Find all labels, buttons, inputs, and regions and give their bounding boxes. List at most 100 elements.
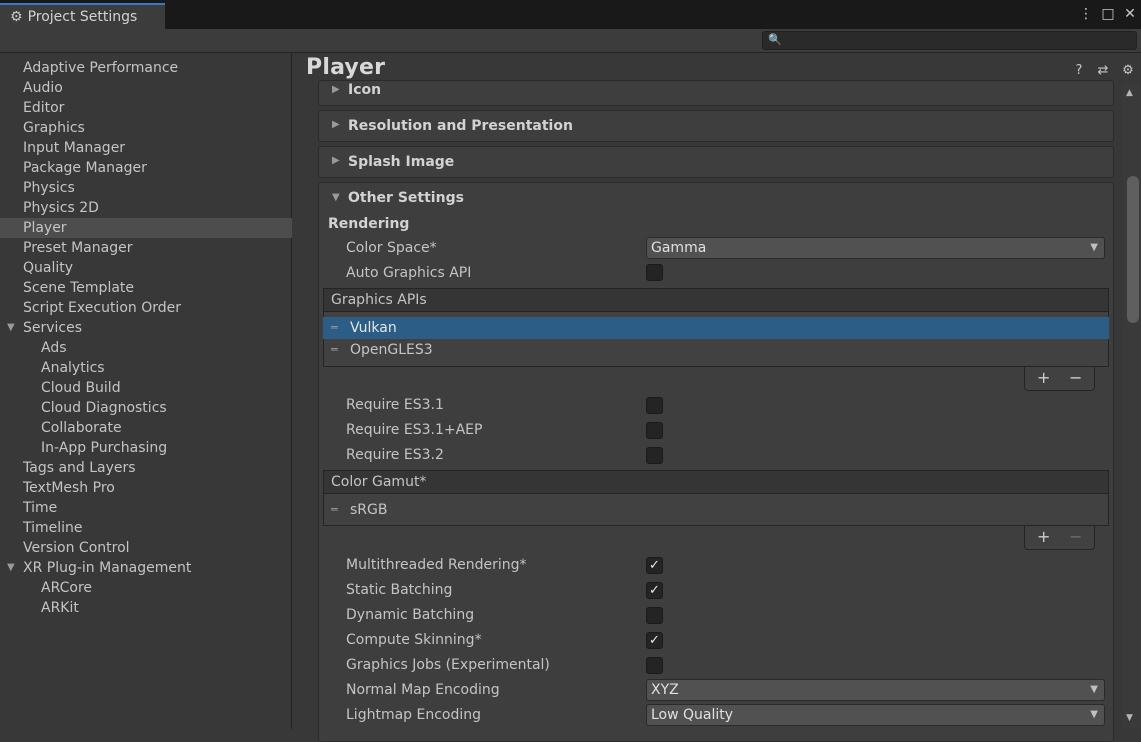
color-space-dropdown[interactable]: Gamma ▼ bbox=[646, 237, 1105, 259]
sidebar-item-tags-and-layers[interactable]: Tags and Layers bbox=[0, 458, 292, 478]
chevron-down-icon: ▼ bbox=[1090, 684, 1098, 695]
drag-handle-icon[interactable]: ═ bbox=[331, 317, 338, 339]
normal-map-encoding-dropdown[interactable]: XYZ ▼ bbox=[646, 679, 1105, 701]
settings-icon[interactable]: ⚙ bbox=[1121, 63, 1135, 78]
sidebar-item-label: XR Plug-in Management bbox=[23, 560, 192, 576]
sidebar-item-label: Cloud Diagnostics bbox=[41, 400, 167, 416]
sidebar-item-timeline[interactable]: Timeline bbox=[0, 518, 292, 538]
graphics-jobs-checkbox[interactable] bbox=[646, 657, 663, 674]
section-title[interactable]: Other Settings bbox=[348, 190, 464, 206]
sidebar-item-label: Physics 2D bbox=[23, 200, 99, 216]
sidebar-item-xr-plug-in-management[interactable]: ▼ XR Plug-in Management bbox=[0, 558, 292, 578]
help-icon[interactable]: ? bbox=[1072, 63, 1086, 78]
require-es31-aep-checkbox[interactable] bbox=[646, 422, 663, 439]
sidebar-item-textmesh-pro[interactable]: TextMesh Pro bbox=[0, 478, 292, 498]
compute-skinning-checkbox[interactable]: ✓ bbox=[646, 632, 663, 649]
sidebar-item-physics-2d[interactable]: Physics 2D bbox=[0, 198, 292, 218]
dynamic-batching-checkbox[interactable] bbox=[646, 607, 663, 624]
normal-map-encoding-label: Normal Map Encoding bbox=[346, 682, 500, 698]
sidebar-item-package-manager[interactable]: Package Manager bbox=[0, 158, 292, 178]
color-gamut-footer: + − bbox=[1024, 526, 1095, 550]
page-title: Player bbox=[306, 55, 386, 80]
sidebar-item-input-manager[interactable]: Input Manager bbox=[0, 138, 292, 158]
sidebar-item-arkit[interactable]: ARKit bbox=[0, 598, 292, 618]
sidebar-item-player[interactable]: Player bbox=[0, 218, 292, 238]
remove-button[interactable]: − bbox=[1069, 368, 1082, 388]
sidebar-item-analytics[interactable]: Analytics bbox=[0, 358, 292, 378]
sidebar-item-ads[interactable]: Ads bbox=[0, 338, 292, 358]
sidebar-item-in-app-purchasing[interactable]: In-App Purchasing bbox=[0, 438, 292, 458]
add-button[interactable]: + bbox=[1037, 527, 1050, 547]
sidebar-item-script-execution-order[interactable]: Script Execution Order bbox=[0, 298, 292, 318]
sidebar-item-label: ARCore bbox=[41, 580, 93, 596]
auto-graphics-api-label: Auto Graphics API bbox=[346, 265, 472, 281]
sidebar-item-time[interactable]: Time bbox=[0, 498, 292, 518]
section-splash-image[interactable]: ▶ Splash Image bbox=[318, 146, 1114, 178]
color-space-label: Color Space* bbox=[346, 240, 437, 256]
sidebar-item-label: Graphics bbox=[23, 120, 85, 136]
close-icon[interactable]: ✕ bbox=[1120, 5, 1140, 23]
sidebar-item-physics[interactable]: Physics bbox=[0, 178, 292, 198]
section-resolution[interactable]: ▶ Resolution and Presentation bbox=[318, 110, 1114, 142]
gear-icon: ⚙ bbox=[10, 9, 23, 25]
list-item-srgb[interactable]: ═ sRGB bbox=[323, 499, 1109, 521]
search-input[interactable]: 🔍 bbox=[762, 31, 1137, 50]
scroll-down-icon[interactable]: ▼ bbox=[1126, 713, 1133, 723]
scroll-up-icon[interactable]: ▲ bbox=[1126, 88, 1133, 98]
scrollbar-thumb[interactable] bbox=[1127, 176, 1139, 323]
sidebar-item-audio[interactable]: Audio bbox=[0, 78, 292, 98]
list-item-label: Vulkan bbox=[350, 320, 397, 336]
sidebar-item-label: Player bbox=[23, 220, 67, 236]
lightmap-encoding-dropdown[interactable]: Low Quality ▼ bbox=[646, 704, 1105, 726]
color-gamut-header: Color Gamut* bbox=[323, 470, 1109, 494]
sidebar-item-label: Quality bbox=[23, 260, 74, 276]
sidebar-item-cloud-diagnostics[interactable]: Cloud Diagnostics bbox=[0, 398, 292, 418]
drag-handle-icon[interactable]: ═ bbox=[331, 499, 338, 521]
sidebar-item-adaptive-performance[interactable]: Adaptive Performance bbox=[0, 58, 292, 78]
search-icon: 🔍 bbox=[768, 33, 782, 46]
auto-graphics-api-checkbox[interactable] bbox=[646, 264, 663, 281]
section-title: Icon bbox=[348, 82, 382, 98]
sidebar-item-collaborate[interactable]: Collaborate bbox=[0, 418, 292, 438]
expand-triangle-icon[interactable]: ▼ bbox=[7, 558, 15, 578]
remove-button[interactable]: − bbox=[1069, 527, 1082, 547]
drag-handle-icon[interactable]: ═ bbox=[331, 339, 338, 361]
sidebar-item-label: Cloud Build bbox=[41, 380, 121, 396]
add-button[interactable]: + bbox=[1037, 368, 1050, 388]
sidebar-item-label: Preset Manager bbox=[23, 240, 133, 256]
sidebar-item-label: Physics bbox=[23, 180, 75, 196]
list-item-label: OpenGLES3 bbox=[350, 342, 433, 358]
sidebar-item-editor[interactable]: Editor bbox=[0, 98, 292, 118]
list-item-label: sRGB bbox=[350, 502, 388, 518]
sidebar-item-arcore[interactable]: ARCore bbox=[0, 578, 292, 598]
sidebar-item-version-control[interactable]: Version Control bbox=[0, 538, 292, 558]
require-es32-checkbox[interactable] bbox=[646, 447, 663, 464]
list-item-vulkan[interactable]: ═ Vulkan bbox=[323, 317, 1109, 339]
graphics-apis-header: Graphics APIs bbox=[323, 288, 1109, 312]
sidebar-item-graphics[interactable]: Graphics bbox=[0, 118, 292, 138]
require-es32-label: Require ES3.2 bbox=[346, 447, 444, 463]
expand-triangle-icon[interactable]: ▼ bbox=[7, 318, 15, 338]
section-icon[interactable]: ▶ Icon bbox=[318, 80, 1114, 106]
sidebar-item-label: Version Control bbox=[23, 540, 130, 556]
collapse-triangle-icon[interactable]: ▼ bbox=[332, 192, 340, 203]
sidebar-item-services[interactable]: ▼ Services bbox=[0, 318, 292, 338]
maximize-icon[interactable]: □ bbox=[1098, 5, 1118, 23]
presets-icon[interactable]: ⇄ bbox=[1096, 63, 1110, 78]
more-options-icon[interactable]: ⋮ bbox=[1076, 5, 1096, 23]
sidebar-item-quality[interactable]: Quality bbox=[0, 258, 292, 278]
sidebar-item-label: Tags and Layers bbox=[23, 460, 136, 476]
sidebar-item-label: TextMesh Pro bbox=[23, 480, 115, 496]
require-es31-checkbox[interactable] bbox=[646, 397, 663, 414]
sidebar-item-scene-template[interactable]: Scene Template bbox=[0, 278, 292, 298]
require-es31-label: Require ES3.1 bbox=[346, 397, 444, 413]
sidebar-item-cloud-build[interactable]: Cloud Build bbox=[0, 378, 292, 398]
multithreaded-rendering-label: Multithreaded Rendering* bbox=[346, 557, 527, 573]
multithreaded-rendering-checkbox[interactable]: ✓ bbox=[646, 557, 663, 574]
sidebar-item-preset-manager[interactable]: Preset Manager bbox=[0, 238, 292, 258]
list-item-opengles3[interactable]: ═ OpenGLES3 bbox=[323, 339, 1109, 361]
static-batching-checkbox[interactable]: ✓ bbox=[646, 582, 663, 599]
project-settings-tab[interactable]: ⚙ Project Settings bbox=[0, 3, 165, 29]
lightmap-encoding-label: Lightmap Encoding bbox=[346, 707, 482, 723]
settings-sidebar: Adaptive Performance Audio Editor Graphics I… bbox=[0, 53, 292, 729]
